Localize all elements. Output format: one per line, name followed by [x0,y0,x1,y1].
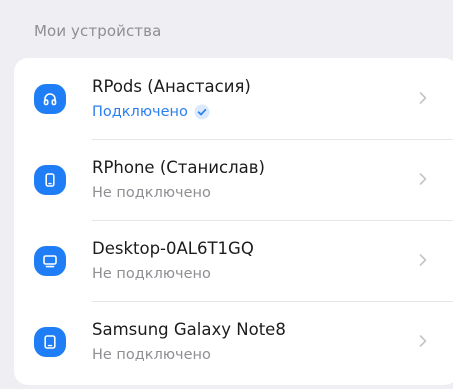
device-name: Desktop-0AL6T1GQ [92,239,254,258]
chevron-right-icon [419,173,427,185]
tablet-icon [34,327,66,357]
device-status-label: Не подключено [92,185,211,201]
headphones-icon [34,84,66,114]
device-name: RPods (Анастасия) [92,77,251,96]
device-status-label: Подключено [92,104,188,120]
device-name: Samsung Galaxy Note8 [92,320,286,339]
chevron-right-icon [419,92,427,104]
device-status: Не подключено [92,266,211,282]
device-status-label: Не подключено [92,347,211,363]
device-row-desktop[interactable]: Desktop-0AL6T1GQ Не подключено [14,220,453,301]
chevron-right-icon [419,254,427,266]
device-name: RPhone (Станислав) [92,158,265,177]
device-status-label: Не подключено [92,266,211,282]
monitor-icon [34,246,66,276]
device-row-rpods[interactable]: RPods (Анастасия) Подключено [14,58,453,139]
device-status: Подключено [92,104,210,120]
device-row-rphone[interactable]: RPhone (Станислав) Не подключено [14,139,453,220]
device-status: Не подключено [92,347,211,363]
device-status: Не подключено [92,185,211,201]
device-row-galaxy-note8[interactable]: Samsung Galaxy Note8 Не подключено [14,301,453,382]
section-title: Мои устройства [34,22,162,40]
phone-icon [34,165,66,195]
check-icon [194,104,210,120]
devices-list: RPods (Анастасия) Подключено RPhone (Ста… [14,58,453,385]
chevron-right-icon [419,335,427,347]
